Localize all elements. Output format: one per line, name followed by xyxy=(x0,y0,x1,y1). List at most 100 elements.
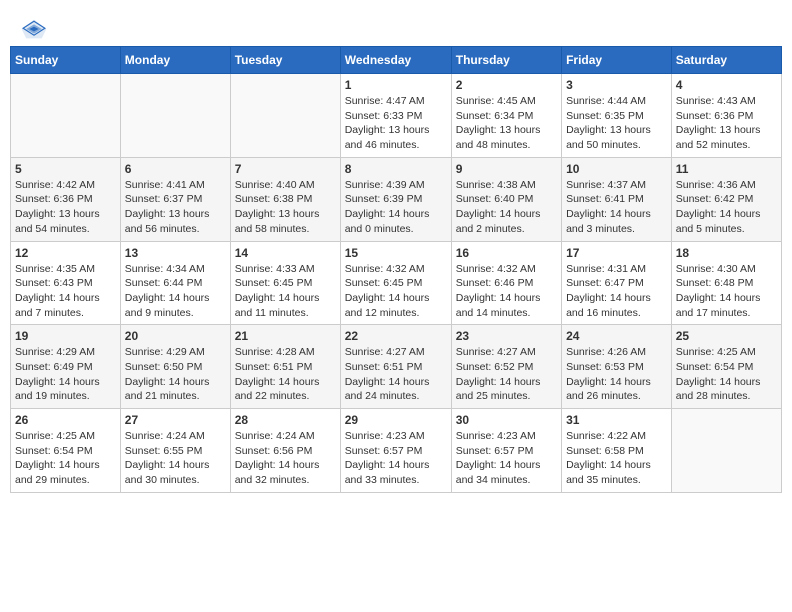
day-number: 22 xyxy=(345,329,447,343)
day-number: 30 xyxy=(456,413,557,427)
day-number: 3 xyxy=(566,78,667,92)
calendar-day-cell: 10 Sunrise: 4:37 AMSunset: 6:41 PMDayligh… xyxy=(562,157,672,241)
day-info: Sunrise: 4:44 AMSunset: 6:35 PMDaylight:… xyxy=(566,94,667,153)
weekday-header-sunday: Sunday xyxy=(11,47,121,74)
day-number: 14 xyxy=(235,246,336,260)
day-info: Sunrise: 4:24 AMSunset: 6:55 PMDaylight:… xyxy=(125,429,226,488)
day-number: 9 xyxy=(456,162,557,176)
calendar-week-row: 12 Sunrise: 4:35 AMSunset: 6:43 PMDayligh… xyxy=(11,241,782,325)
day-info: Sunrise: 4:35 AMSunset: 6:43 PMDaylight:… xyxy=(15,262,116,321)
day-number: 29 xyxy=(345,413,447,427)
calendar-day-cell: 5 Sunrise: 4:42 AMSunset: 6:36 PMDaylight… xyxy=(11,157,121,241)
day-number: 25 xyxy=(676,329,777,343)
day-info: Sunrise: 4:34 AMSunset: 6:44 PMDaylight:… xyxy=(125,262,226,321)
weekday-header-saturday: Saturday xyxy=(671,47,781,74)
calendar-day-cell xyxy=(11,74,121,158)
day-info: Sunrise: 4:47 AMSunset: 6:33 PMDaylight:… xyxy=(345,94,447,153)
day-info: Sunrise: 4:23 AMSunset: 6:57 PMDaylight:… xyxy=(345,429,447,488)
weekday-header-thursday: Thursday xyxy=(451,47,561,74)
calendar-day-cell: 26Sunrise: 4:25 AMSunset: 6:54 PMDayligh… xyxy=(11,409,121,493)
day-number: 18 xyxy=(676,246,777,260)
day-info: Sunrise: 4:23 AMSunset: 6:57 PMDaylight:… xyxy=(456,429,557,488)
day-number: 27 xyxy=(125,413,226,427)
calendar-day-cell: 2 Sunrise: 4:45 AMSunset: 6:34 PMDaylight… xyxy=(451,74,561,158)
day-info: Sunrise: 4:45 AMSunset: 6:34 PMDaylight:… xyxy=(456,94,557,153)
calendar-day-cell: 24 Sunrise: 4:26 AMSunset: 6:53 PMDayligh… xyxy=(562,325,672,409)
day-number: 16 xyxy=(456,246,557,260)
calendar-day-cell: 21 Sunrise: 4:28 AMSunset: 6:51 PMDayligh… xyxy=(230,325,340,409)
weekday-header-monday: Monday xyxy=(120,47,230,74)
day-info: Sunrise: 4:32 AMSunset: 6:46 PMDaylight:… xyxy=(456,262,557,321)
day-number: 21 xyxy=(235,329,336,343)
calendar-day-cell: 11 Sunrise: 4:36 AMSunset: 6:42 PMDayligh… xyxy=(671,157,781,241)
day-info: Sunrise: 4:30 AMSunset: 6:48 PMDaylight:… xyxy=(676,262,777,321)
calendar-day-cell: 12 Sunrise: 4:35 AMSunset: 6:43 PMDayligh… xyxy=(11,241,121,325)
calendar-day-cell: 31 Sunrise: 4:22 AMSunset: 6:58 PMDayligh… xyxy=(562,409,672,493)
calendar-day-cell: 9 Sunrise: 4:38 AMSunset: 6:40 PMDaylight… xyxy=(451,157,561,241)
day-info: Sunrise: 4:25 AMSunset: 6:54 PMDaylight:… xyxy=(676,345,777,404)
day-number: 12 xyxy=(15,246,116,260)
calendar-day-cell: 17 Sunrise: 4:31 AMSunset: 6:47 PMDayligh… xyxy=(562,241,672,325)
day-number: 8 xyxy=(345,162,447,176)
calendar-day-cell: 19 Sunrise: 4:29 AMSunset: 6:49 PMDayligh… xyxy=(11,325,121,409)
day-number: 6 xyxy=(125,162,226,176)
logo-icon xyxy=(20,18,48,40)
day-info: Sunrise: 4:28 AMSunset: 6:51 PMDaylight:… xyxy=(235,345,336,404)
day-info: Sunrise: 4:33 AMSunset: 6:45 PMDaylight:… xyxy=(235,262,336,321)
calendar-table: SundayMondayTuesdayWednesdayThursdayFrid… xyxy=(10,46,782,493)
weekday-header-wednesday: Wednesday xyxy=(340,47,451,74)
day-info: Sunrise: 4:25 AMSunset: 6:54 PMDaylight:… xyxy=(15,429,116,488)
calendar-week-row: 19 Sunrise: 4:29 AMSunset: 6:49 PMDayligh… xyxy=(11,325,782,409)
calendar-day-cell: 18 Sunrise: 4:30 AMSunset: 6:48 PMDayligh… xyxy=(671,241,781,325)
day-number: 2 xyxy=(456,78,557,92)
calendar-day-cell: 23Sunrise: 4:27 AMSunset: 6:52 PMDayligh… xyxy=(451,325,561,409)
day-info: Sunrise: 4:42 AMSunset: 6:36 PMDaylight:… xyxy=(15,178,116,237)
day-info: Sunrise: 4:40 AMSunset: 6:38 PMDaylight:… xyxy=(235,178,336,237)
calendar-day-cell: 22Sunrise: 4:27 AMSunset: 6:51 PMDayligh… xyxy=(340,325,451,409)
day-info: Sunrise: 4:37 AMSunset: 6:41 PMDaylight:… xyxy=(566,178,667,237)
day-info: Sunrise: 4:43 AMSunset: 6:36 PMDaylight:… xyxy=(676,94,777,153)
calendar-day-cell: 30 Sunrise: 4:23 AMSunset: 6:57 PMDayligh… xyxy=(451,409,561,493)
calendar-week-row: 5 Sunrise: 4:42 AMSunset: 6:36 PMDaylight… xyxy=(11,157,782,241)
logo xyxy=(20,18,52,40)
day-info: Sunrise: 4:36 AMSunset: 6:42 PMDaylight:… xyxy=(676,178,777,237)
calendar-day-cell xyxy=(120,74,230,158)
calendar-day-cell: 7Sunrise: 4:40 AMSunset: 6:38 PMDaylight… xyxy=(230,157,340,241)
day-number: 10 xyxy=(566,162,667,176)
day-info: Sunrise: 4:22 AMSunset: 6:58 PMDaylight:… xyxy=(566,429,667,488)
calendar-day-cell: 1 Sunrise: 4:47 AMSunset: 6:33 PMDaylight… xyxy=(340,74,451,158)
calendar-day-cell: 20 Sunrise: 4:29 AMSunset: 6:50 PMDayligh… xyxy=(120,325,230,409)
calendar-day-cell xyxy=(230,74,340,158)
calendar-day-cell: 25 Sunrise: 4:25 AMSunset: 6:54 PMDayligh… xyxy=(671,325,781,409)
day-number: 4 xyxy=(676,78,777,92)
day-info: Sunrise: 4:26 AMSunset: 6:53 PMDaylight:… xyxy=(566,345,667,404)
day-number: 5 xyxy=(15,162,116,176)
day-info: Sunrise: 4:41 AMSunset: 6:37 PMDaylight:… xyxy=(125,178,226,237)
calendar-day-cell: 3 Sunrise: 4:44 AMSunset: 6:35 PMDaylight… xyxy=(562,74,672,158)
day-info: Sunrise: 4:24 AMSunset: 6:56 PMDaylight:… xyxy=(235,429,336,488)
day-info: Sunrise: 4:38 AMSunset: 6:40 PMDaylight:… xyxy=(456,178,557,237)
calendar-day-cell: 6 Sunrise: 4:41 AMSunset: 6:37 PMDaylight… xyxy=(120,157,230,241)
day-number: 31 xyxy=(566,413,667,427)
weekday-header-tuesday: Tuesday xyxy=(230,47,340,74)
day-number: 19 xyxy=(15,329,116,343)
day-info: Sunrise: 4:29 AMSunset: 6:49 PMDaylight:… xyxy=(15,345,116,404)
day-info: Sunrise: 4:27 AMSunset: 6:52 PMDaylight:… xyxy=(456,345,557,404)
day-info: Sunrise: 4:32 AMSunset: 6:45 PMDaylight:… xyxy=(345,262,447,321)
day-number: 11 xyxy=(676,162,777,176)
day-number: 15 xyxy=(345,246,447,260)
calendar-week-row: 1 Sunrise: 4:47 AMSunset: 6:33 PMDaylight… xyxy=(11,74,782,158)
day-number: 1 xyxy=(345,78,447,92)
day-number: 28 xyxy=(235,413,336,427)
day-info: Sunrise: 4:31 AMSunset: 6:47 PMDaylight:… xyxy=(566,262,667,321)
day-info: Sunrise: 4:29 AMSunset: 6:50 PMDaylight:… xyxy=(125,345,226,404)
calendar-day-cell: 29 Sunrise: 4:23 AMSunset: 6:57 PMDayligh… xyxy=(340,409,451,493)
calendar-day-cell: 13Sunrise: 4:34 AMSunset: 6:44 PMDayligh… xyxy=(120,241,230,325)
day-number: 24 xyxy=(566,329,667,343)
calendar-day-cell: 14 Sunrise: 4:33 AMSunset: 6:45 PMDayligh… xyxy=(230,241,340,325)
day-number: 20 xyxy=(125,329,226,343)
calendar-day-cell: 28 Sunrise: 4:24 AMSunset: 6:56 PMDayligh… xyxy=(230,409,340,493)
day-number: 17 xyxy=(566,246,667,260)
calendar-day-cell: 15 Sunrise: 4:32 AMSunset: 6:45 PMDayligh… xyxy=(340,241,451,325)
day-info: Sunrise: 4:39 AMSunset: 6:39 PMDaylight:… xyxy=(345,178,447,237)
